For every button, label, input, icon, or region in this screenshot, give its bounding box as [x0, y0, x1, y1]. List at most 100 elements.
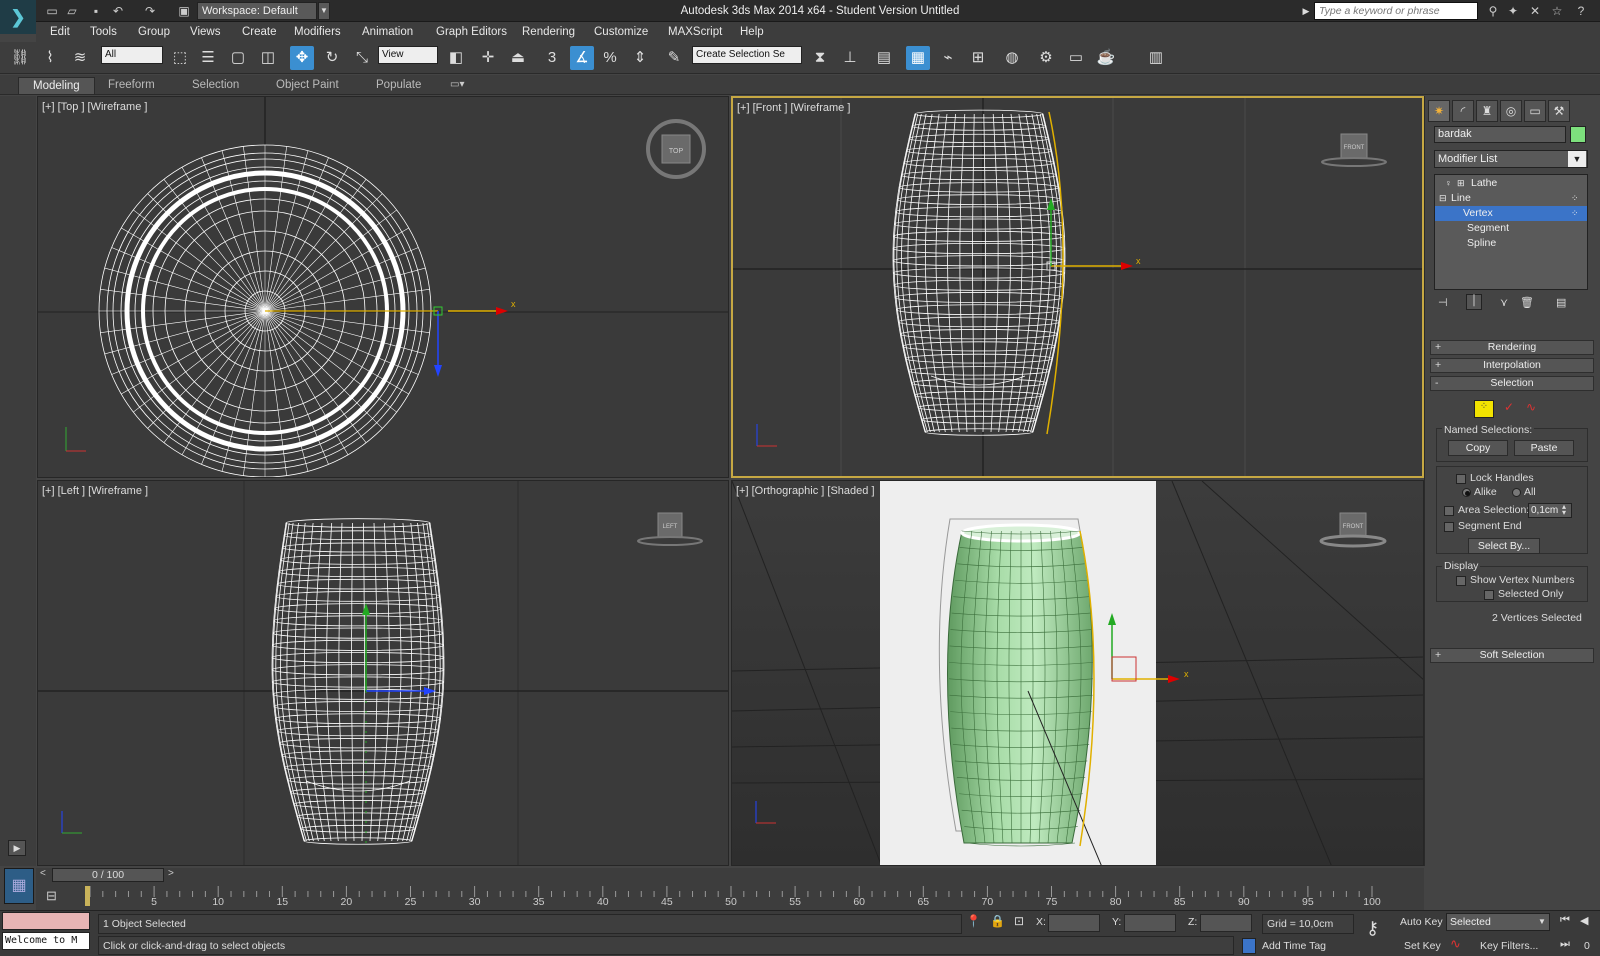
viewport-ortho-label[interactable]: [+] [Orthographic ] [Shaded ]	[736, 485, 875, 497]
graphite-toolset-icon[interactable]: ▦	[906, 46, 930, 70]
align-icon[interactable]: ⊥	[838, 46, 862, 70]
current-frame-input[interactable]: 0	[1584, 940, 1590, 952]
viewport-top-label[interactable]: [+] [Top ] [Wireframe ]	[42, 101, 147, 113]
isolate-selection-icon[interactable]: 📍	[966, 914, 981, 932]
add-time-tag[interactable]: Add Time Tag	[1262, 940, 1326, 952]
material-editor-icon[interactable]: ◍	[1000, 46, 1024, 70]
stack-item-lathe[interactable]: ♀ ⊞ Lathe	[1435, 176, 1587, 191]
layer-manager-icon[interactable]: ▤	[872, 46, 896, 70]
vertex-mode-icon[interactable]: ⁘	[1474, 400, 1494, 418]
menu-rendering[interactable]: Rendering	[522, 22, 575, 42]
stack-item-spline[interactable]: Spline	[1435, 236, 1587, 251]
render-setup-icon[interactable]: ⚙	[1034, 46, 1058, 70]
viewcube-front-label[interactable]: FRONT	[1344, 145, 1365, 151]
menu-customize[interactable]: Customize	[594, 22, 648, 42]
menu-modifiers[interactable]: Modifiers	[294, 22, 341, 42]
lightbulb-icon[interactable]: ♀	[1445, 176, 1452, 191]
lock-selection-icon[interactable]: 🔒	[990, 914, 1005, 932]
all-radio[interactable]	[1512, 488, 1521, 497]
time-tag-icon[interactable]	[1242, 938, 1256, 954]
alike-radio[interactable]	[1462, 488, 1471, 497]
chevron-down-icon[interactable]: ▼	[318, 2, 330, 20]
undo-icon[interactable]: ↶	[110, 3, 126, 19]
keyboard-shortcut-icon[interactable]: ⏏	[506, 46, 530, 70]
rotate-icon[interactable]: ↻	[320, 46, 344, 70]
tab-freeform[interactable]: Freeform	[94, 77, 169, 94]
workspace-dropdown[interactable]: Workspace: Default	[197, 2, 317, 20]
reference-coordinate-dropdown[interactable]: View	[378, 46, 438, 64]
redo-icon[interactable]: ↷	[142, 3, 158, 19]
viewport-front-label[interactable]: [+] [Front ] [Wireframe ]	[737, 102, 850, 114]
select-manipulate-icon[interactable]: ✛	[476, 46, 500, 70]
spinner-icon[interactable]: ▴ ▾	[1562, 503, 1572, 517]
key-mode-icon[interactable]: ∿	[1450, 936, 1468, 954]
hierarchy-panel-icon[interactable]: ♜	[1476, 100, 1498, 122]
go-to-start-icon[interactable]: ⏮	[1560, 914, 1574, 930]
viewcube-left-label[interactable]: LEFT	[663, 524, 678, 530]
favorites-star-icon[interactable]: ☆	[1548, 3, 1566, 19]
key-filters-button[interactable]: Key Filters...	[1480, 940, 1538, 952]
scale-icon[interactable]: ⤡	[350, 46, 374, 70]
tab-selection[interactable]: Selection	[178, 77, 253, 94]
selection-filter-dropdown[interactable]: All	[101, 46, 163, 64]
y-coordinate-input[interactable]	[1124, 914, 1176, 932]
pin-stack-icon[interactable]: ⊣	[1438, 296, 1454, 310]
prev-frame-icon[interactable]: <	[40, 868, 50, 882]
viewport-front[interactable]: x FRONT [+] [Front ] [Wireframe ]	[731, 96, 1424, 478]
viewport-orthographic[interactable]: x FRONT [+] [Orthographic ] [Shaded ]	[731, 480, 1424, 866]
menu-edit[interactable]: Edit	[50, 22, 70, 42]
chevron-down-icon[interactable]: ▼	[1538, 914, 1550, 930]
rollout-selection[interactable]: - Selection	[1430, 376, 1594, 391]
viewcube-ortho-label[interactable]: FRONT	[1343, 524, 1364, 530]
menu-graph-editors[interactable]: Graph Editors	[436, 22, 507, 42]
segment-mode-icon[interactable]: ✓	[1500, 400, 1518, 418]
maxscript-listener-input[interactable]: Welcome to M	[2, 932, 90, 950]
maxscript-listener-output[interactable]	[2, 912, 90, 930]
unlink-icon[interactable]: ⌇	[38, 46, 62, 70]
link-icon[interactable]: ⛓	[8, 46, 32, 70]
previous-key-icon[interactable]: ◀	[1580, 914, 1594, 930]
copy-button[interactable]: Copy	[1448, 440, 1508, 456]
curve-editor-icon[interactable]: ⌁	[936, 46, 960, 70]
set-key-button[interactable]: Set Key	[1404, 940, 1441, 952]
expand-icon[interactable]: ⊞	[1457, 176, 1465, 191]
subscription-icon[interactable]: ✦	[1504, 3, 1522, 19]
percent-snap-icon[interactable]: %	[598, 46, 622, 70]
stack-item-vertex[interactable]: Vertex ⁘	[1435, 206, 1587, 221]
key-filter-dropdown[interactable]: Selected	[1446, 913, 1550, 931]
x-coordinate-input[interactable]	[1048, 914, 1100, 932]
rendered-frame-window-icon[interactable]: ▭	[1064, 46, 1088, 70]
remove-modifier-icon[interactable]: 🗑	[1520, 296, 1536, 310]
key-mode-toggle-icon[interactable]: ⏭	[1560, 938, 1574, 954]
menu-create[interactable]: Create	[242, 22, 277, 42]
spinner-snap-icon[interactable]: ⇕	[628, 46, 652, 70]
play-icon[interactable]: ▶	[8, 840, 26, 856]
menu-animation[interactable]: Animation	[362, 22, 413, 42]
binoculars-icon[interactable]: ⚲	[1484, 3, 1502, 19]
paste-button[interactable]: Paste	[1514, 440, 1574, 456]
angle-snap-icon[interactable]: ∡	[570, 46, 594, 70]
lock-handles-checkbox[interactable]	[1456, 474, 1466, 484]
ribbon-options-icon[interactable]: ▭▾	[450, 79, 470, 93]
segment-end-checkbox[interactable]	[1444, 522, 1454, 532]
modify-panel-icon[interactable]: ◜	[1452, 100, 1474, 122]
move-icon[interactable]: ✥	[290, 46, 314, 70]
rollout-interpolation[interactable]: + Interpolation	[1430, 358, 1594, 373]
mirror-icon[interactable]: ⧗	[808, 46, 832, 70]
configure-modifier-sets-icon[interactable]: ▤	[1556, 296, 1572, 310]
next-frame-icon[interactable]: >	[168, 868, 178, 882]
time-slider[interactable]: 0 / 100	[52, 868, 164, 882]
chevron-right-icon[interactable]: ▶	[1300, 2, 1312, 20]
create-panel-icon[interactable]: ✷	[1428, 100, 1450, 122]
menu-maxscript[interactable]: MAXScript	[668, 22, 722, 42]
object-color-swatch[interactable]	[1570, 126, 1586, 143]
z-coordinate-input[interactable]	[1200, 914, 1252, 932]
snap-toggle-icon[interactable]: 3	[540, 46, 564, 70]
stack-item-line[interactable]: ⊟ Line ⁘	[1435, 191, 1587, 206]
utilities-panel-icon[interactable]: ⚒	[1548, 100, 1570, 122]
auto-key-button[interactable]: Auto Key	[1400, 916, 1443, 928]
show-vertex-numbers-checkbox[interactable]	[1456, 576, 1466, 586]
open-file-icon[interactable]: ▱	[64, 3, 80, 19]
viewport-left-label[interactable]: [+] [Left ] [Wireframe ]	[42, 485, 148, 497]
absolute-mode-icon[interactable]: ⊡	[1014, 914, 1028, 932]
